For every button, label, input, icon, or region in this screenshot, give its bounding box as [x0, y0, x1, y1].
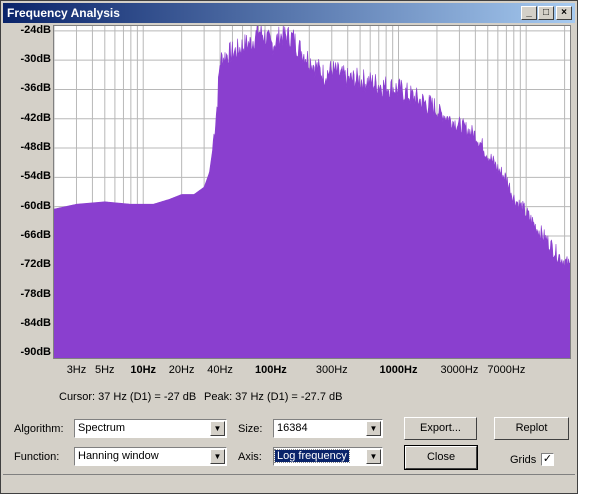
y-tick-label: -54dB [20, 170, 51, 183]
chevron-down-icon[interactable]: ▼ [210, 421, 225, 436]
x-tick-label: 20Hz [168, 364, 195, 376]
status-bar [3, 474, 575, 493]
spectrum-chart [53, 21, 571, 359]
replot-button[interactable]: Replot [494, 417, 569, 440]
spectrum-area [53, 21, 571, 359]
minimize-button[interactable]: _ [521, 6, 537, 20]
y-tick-label: -84dB [20, 316, 51, 329]
function-label: Function: [14, 451, 60, 463]
y-tick-label: -30dB [20, 53, 51, 66]
y-tick-label: -90dB [20, 346, 51, 359]
y-tick-label: -60dB [20, 199, 51, 212]
y-tick-label: -36dB [20, 82, 51, 95]
algorithm-value: Spectrum [78, 422, 126, 434]
y-tick-label: -72dB [20, 258, 51, 271]
axis-label: Axis: [238, 451, 262, 463]
cursor-readout: Cursor: 37 Hz (D1) = -27 dB [59, 391, 197, 403]
maximize-button[interactable]: □ [538, 6, 554, 20]
x-tick-label: 40Hz [207, 364, 233, 376]
size-select[interactable]: 16384 ▼ [273, 419, 383, 438]
export-button[interactable]: Export... [404, 417, 477, 440]
function-value: Hanning window [78, 450, 159, 462]
axis-value: Log frequency [274, 449, 350, 463]
algorithm-label: Algorithm: [14, 423, 64, 435]
size-value: 16384 [277, 422, 308, 434]
x-tick-label: 3000Hz [440, 364, 479, 376]
x-tick-label: 7000Hz [487, 364, 526, 376]
function-select[interactable]: Hanning window ▼ [74, 447, 227, 466]
title-bar[interactable]: Frequency Analysis _ □ × [3, 3, 575, 23]
y-tick-label: -78dB [20, 287, 51, 300]
x-tick-label: 3Hz [66, 364, 87, 376]
x-tick-label: 10Hz [130, 364, 157, 376]
spectrum-plot[interactable] [53, 21, 571, 359]
x-tick-label: 300Hz [315, 364, 348, 376]
grids-checkbox[interactable]: ✓ [541, 453, 554, 466]
close-button[interactable]: Close [404, 445, 478, 470]
window-title: Frequency Analysis [7, 6, 120, 20]
y-tick-label: -42dB [20, 111, 51, 124]
chevron-down-icon[interactable]: ▼ [210, 449, 225, 464]
x-tick-label: 5Hz [95, 364, 115, 376]
x-tick-label: 1000Hz [379, 364, 418, 376]
y-tick-label: -48dB [20, 141, 51, 154]
size-label: Size: [238, 423, 263, 435]
chevron-down-icon[interactable]: ▼ [366, 421, 381, 436]
y-tick-label: -66dB [20, 228, 51, 241]
close-window-button[interactable]: × [556, 6, 572, 20]
x-tick-label: 100Hz [254, 364, 287, 376]
peak-readout: Peak: 37 Hz (D1) = -27.7 dB [204, 391, 343, 403]
y-tick-label: -24dB [20, 23, 51, 36]
grids-label: Grids [510, 454, 537, 466]
chevron-down-icon[interactable]: ▼ [366, 449, 381, 464]
algorithm-select[interactable]: Spectrum ▼ [74, 419, 227, 438]
frequency-analysis-window: Frequency Analysis _ □ × -24dB -30dB -36dB… [0, 0, 578, 494]
axis-select[interactable]: Log frequency ▼ [273, 447, 383, 466]
